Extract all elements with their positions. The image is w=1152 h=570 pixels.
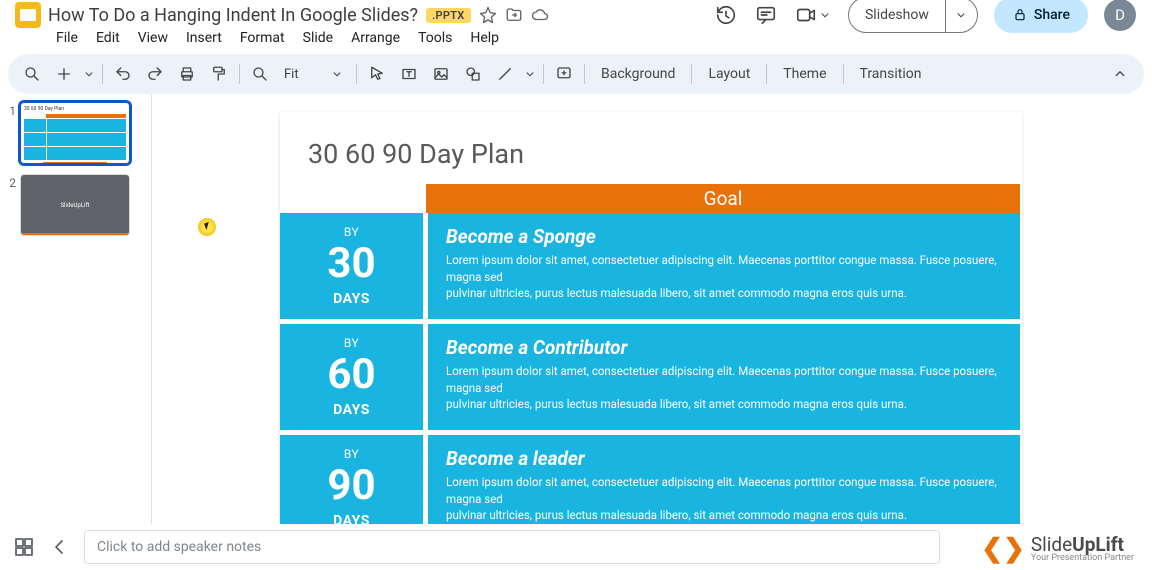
menu-format[interactable]: Format bbox=[232, 28, 293, 48]
meet-icon[interactable] bbox=[794, 3, 818, 27]
slideshow-dropdown-icon[interactable] bbox=[945, 0, 977, 32]
goal-title: Become a leader bbox=[446, 447, 1002, 470]
goal-box[interactable]: Become a Sponge Lorem ipsum dolor sit am… bbox=[428, 213, 1020, 319]
share-button[interactable]: Share bbox=[994, 0, 1088, 33]
goal-box[interactable]: Become a Contributor Lorem ipsum dolor s… bbox=[428, 324, 1020, 430]
slide-canvas[interactable]: 30 60 90 Day Plan Goal BY 30 DAYS Become… bbox=[152, 94, 1152, 546]
new-slide-icon[interactable] bbox=[50, 60, 78, 88]
collapse-toolbar-icon[interactable] bbox=[1106, 60, 1134, 88]
move-folder-icon[interactable] bbox=[505, 6, 523, 24]
toolbar: Fit Background Layout Theme Transition bbox=[8, 54, 1144, 94]
menu-insert[interactable]: Insert bbox=[178, 28, 230, 48]
background-button[interactable]: Background bbox=[591, 66, 685, 82]
document-title[interactable]: How To Do a Hanging Indent In Google Sli… bbox=[48, 5, 418, 26]
shape-icon[interactable] bbox=[459, 60, 487, 88]
menu-edit[interactable]: Edit bbox=[88, 28, 128, 48]
slideshow-button[interactable]: Slideshow bbox=[848, 0, 978, 33]
slideuplift-watermark: ❮❯ SlideUpLift Your Presentation Partner bbox=[981, 534, 1134, 564]
slide-content[interactable]: 30 60 90 Day Plan Goal BY 30 DAYS Become… bbox=[280, 112, 1022, 532]
day-box[interactable]: BY 60 DAYS bbox=[280, 324, 423, 430]
textbox-icon[interactable] bbox=[395, 60, 423, 88]
plan-row[interactable]: BY 60 DAYS Become a Contributor Lorem ip… bbox=[280, 324, 1022, 430]
user-avatar[interactable]: D bbox=[1104, 0, 1136, 31]
layout-button[interactable]: Layout bbox=[698, 66, 760, 82]
day-by-label: BY bbox=[344, 225, 359, 239]
plan-row[interactable]: BY 30 DAYS Become a Sponge Lorem ipsum d… bbox=[280, 213, 1022, 319]
pptx-badge: .PPTX bbox=[426, 8, 470, 23]
menu-view[interactable]: View bbox=[130, 28, 176, 48]
thumb-number: 2 bbox=[6, 174, 16, 236]
zoom-tool-icon[interactable] bbox=[246, 60, 274, 88]
comments-icon[interactable] bbox=[754, 3, 778, 27]
goal-title: Become a Contributor bbox=[446, 336, 1002, 359]
search-menus-icon[interactable] bbox=[18, 60, 46, 88]
slide-thumbnail-2[interactable]: SlideUpLift bbox=[20, 174, 130, 236]
line-icon[interactable] bbox=[491, 60, 519, 88]
explore-collapse-icon[interactable] bbox=[48, 535, 72, 559]
menu-slide[interactable]: Slide bbox=[295, 28, 341, 48]
transition-button[interactable]: Transition bbox=[850, 66, 932, 82]
select-tool-icon[interactable] bbox=[363, 60, 391, 88]
speaker-notes-input[interactable]: Click to add speaker notes bbox=[84, 530, 940, 564]
cursor-highlight-icon bbox=[198, 218, 216, 236]
zoom-select[interactable]: Fit bbox=[278, 67, 350, 82]
cloud-status-icon[interactable] bbox=[531, 6, 549, 24]
star-icon[interactable] bbox=[479, 6, 497, 24]
new-slide-dropdown-icon[interactable] bbox=[82, 60, 96, 88]
theme-button[interactable]: Theme bbox=[773, 66, 836, 82]
slide-thumbnail-1[interactable]: 30 60 90 Day Plan bbox=[20, 102, 130, 164]
grid-view-icon[interactable] bbox=[12, 535, 36, 559]
goal-title: Become a Sponge bbox=[446, 225, 1002, 248]
line-dropdown-icon[interactable] bbox=[523, 60, 537, 88]
menu-tools[interactable]: Tools bbox=[410, 28, 460, 48]
add-comment-icon[interactable] bbox=[550, 60, 578, 88]
thumb-number: 1 bbox=[6, 102, 16, 164]
day-number: 60 bbox=[327, 354, 375, 396]
slide-title[interactable]: 30 60 90 Day Plan bbox=[280, 138, 1022, 170]
day-number: 90 bbox=[327, 465, 375, 507]
day-number: 30 bbox=[327, 243, 375, 285]
image-icon[interactable] bbox=[427, 60, 455, 88]
meet-dropdown-icon[interactable] bbox=[818, 3, 832, 27]
goal-description: Lorem ipsum dolor sit amet, consectetuer… bbox=[446, 363, 1002, 413]
goal-header[interactable]: Goal bbox=[426, 184, 1020, 213]
redo-icon[interactable] bbox=[141, 60, 169, 88]
menu-arrange[interactable]: Arrange bbox=[343, 28, 408, 48]
menu-file[interactable]: File bbox=[48, 28, 86, 48]
day-days-label: DAYS bbox=[333, 291, 370, 307]
slides-logo-icon[interactable] bbox=[15, 2, 41, 28]
history-icon[interactable] bbox=[714, 3, 738, 27]
undo-icon[interactable] bbox=[109, 60, 137, 88]
goal-description: Lorem ipsum dolor sit amet, consectetuer… bbox=[446, 474, 1002, 524]
filmstrip: 1 30 60 90 Day Plan 2 SlideUpLift bbox=[0, 94, 152, 546]
day-by-label: BY bbox=[344, 336, 359, 350]
print-icon[interactable] bbox=[173, 60, 201, 88]
menu-help[interactable]: Help bbox=[462, 28, 507, 48]
day-days-label: DAYS bbox=[333, 402, 370, 418]
day-by-label: BY bbox=[344, 447, 359, 461]
day-box[interactable]: BY 30 DAYS bbox=[280, 213, 423, 319]
paint-format-icon[interactable] bbox=[205, 60, 233, 88]
goal-description: Lorem ipsum dolor sit amet, consectetuer… bbox=[446, 252, 1002, 302]
